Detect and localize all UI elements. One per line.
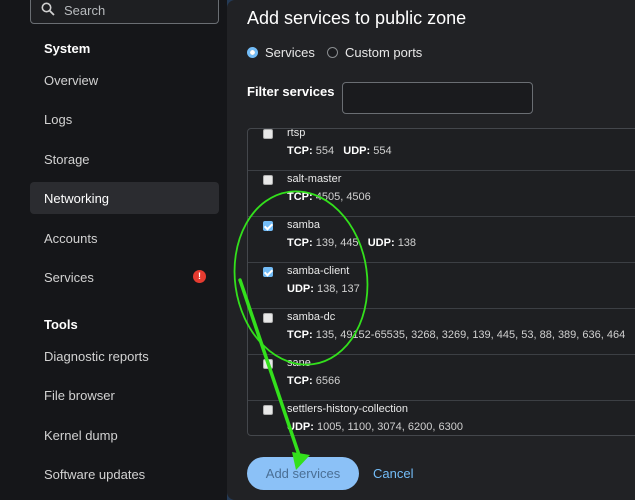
filter-services-label: Filter services <box>247 84 335 99</box>
nav-item-overview[interactable]: Overview <box>30 64 219 96</box>
service-row-sane[interactable]: sane TCP: 6566 <box>248 355 635 401</box>
service-row-salt-master[interactable]: salt-master TCP: 4505, 4506 <box>248 171 635 217</box>
nav-item-accounts[interactable]: Accounts <box>30 222 219 254</box>
nav-item-label: Accounts <box>44 231 98 246</box>
nav-item-services[interactable]: Services ! <box>30 261 219 293</box>
checkbox[interactable] <box>263 129 273 139</box>
radio-label: Custom ports <box>345 45 423 60</box>
service-row-samba[interactable]: samba TCP: 139, 445 UDP: 138 <box>248 217 635 263</box>
nav-item-networking[interactable]: Networking <box>30 182 219 214</box>
alert-badge-icon: ! <box>193 270 206 283</box>
service-name: settlers-history-collection <box>287 403 409 415</box>
nav-item-label: Networking <box>44 191 110 206</box>
nav-item-label: File browser <box>44 388 115 403</box>
service-name: samba <box>287 219 321 231</box>
nav-item-software-updates[interactable]: Software updates <box>30 458 219 490</box>
radio-selected-icon <box>247 47 258 58</box>
services-list[interactable]: rtsp TCP: 554 UDP: 554 salt-master TCP: … <box>247 128 635 436</box>
checkbox[interactable] <box>263 175 273 185</box>
checkbox[interactable] <box>263 359 273 369</box>
service-ports: TCP: 4505, 4506 <box>287 191 371 203</box>
nav-item-label: Overview <box>44 73 99 88</box>
service-ports: TCP: 139, 445 UDP: 138 <box>287 237 417 249</box>
nav-item-label: Kernel dump <box>44 428 118 443</box>
checkbox-checked[interactable] <box>263 221 273 231</box>
sidebar: Search System Overview Logs Storage Netw… <box>0 0 227 500</box>
service-ports: TCP: 135, 49152-65535, 3268, 3269, 139, … <box>287 329 635 341</box>
service-row-settlers-history-collection[interactable]: settlers-history-collection UDP: 1005, 1… <box>248 401 635 435</box>
checkbox-checked[interactable] <box>263 267 273 277</box>
service-ports: UDP: 1005, 1100, 3074, 6200, 6300 <box>287 421 463 433</box>
radio-label: Services <box>265 45 315 60</box>
radio-unselected-icon <box>327 47 338 58</box>
nav-item-logs[interactable]: Logs <box>30 103 219 135</box>
search-icon <box>41 2 55 16</box>
service-ports: UDP: 138, 137 <box>287 283 360 295</box>
nav-item-kernel-dump[interactable]: Kernel dump <box>30 419 219 451</box>
service-name: samba-client <box>287 265 350 277</box>
cancel-button[interactable]: Cancel <box>373 466 413 481</box>
nav-heading-tools: Tools <box>44 317 78 332</box>
service-row-samba-dc[interactable]: samba-dc TCP: 135, 49152-65535, 3268, 32… <box>248 309 635 355</box>
nav-item-diagnostic-reports[interactable]: Diagnostic reports <box>30 340 219 372</box>
nav-item-storage[interactable]: Storage <box>30 143 219 175</box>
nav-item-label: Diagnostic reports <box>44 349 149 364</box>
nav-item-file-browser[interactable]: File browser <box>30 379 219 411</box>
add-services-dialog: Add services to public zone Services Cus… <box>227 0 635 500</box>
radio-custom-ports[interactable]: Custom ports <box>327 45 422 60</box>
dialog-title: Add services to public zone <box>247 8 467 28</box>
service-name: salt-master <box>287 173 342 185</box>
nav-item-label: Storage <box>44 152 90 167</box>
add-services-button[interactable]: Add services <box>247 457 359 490</box>
service-ports: TCP: 6566 <box>287 375 341 387</box>
search-placeholder: Search <box>64 3 106 18</box>
filter-services-input[interactable] <box>342 82 533 114</box>
checkbox[interactable] <box>263 405 273 415</box>
service-name: samba-dc <box>287 311 336 323</box>
nav-item-label: Software updates <box>44 467 146 482</box>
service-row-samba-client[interactable]: samba-client UDP: 138, 137 <box>248 263 635 309</box>
service-row-rtsp[interactable]: rtsp TCP: 554 UDP: 554 <box>248 128 635 171</box>
service-ports: TCP: 554 UDP: 554 <box>287 145 392 157</box>
nav-item-label: Logs <box>44 112 73 127</box>
radio-services[interactable]: Services <box>247 45 315 60</box>
nav-heading-system: System <box>44 41 91 56</box>
service-name: sane <box>287 357 311 369</box>
search-input[interactable]: Search <box>30 0 219 24</box>
service-name: rtsp <box>287 128 306 139</box>
nav-item-label: Services <box>44 270 94 285</box>
checkbox[interactable] <box>263 313 273 323</box>
